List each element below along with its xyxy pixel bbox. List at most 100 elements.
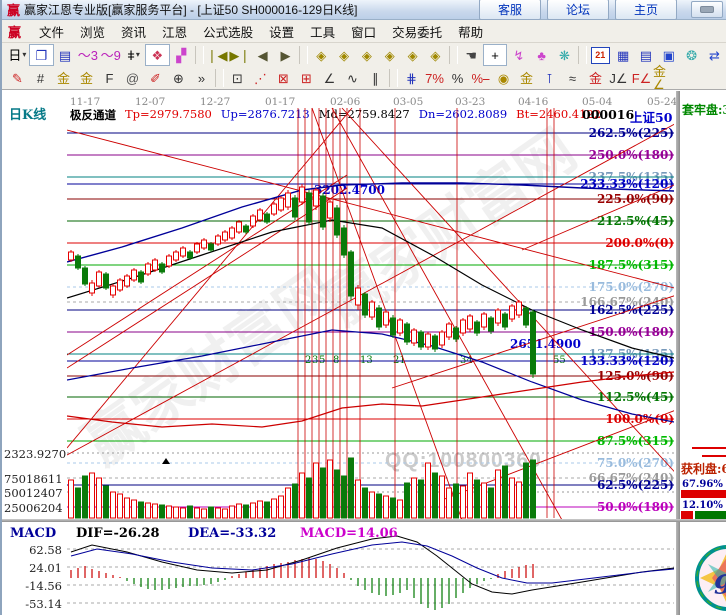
gann-level-label: 250.0%(180) (524, 148, 674, 162)
diamond-expand-y-icon[interactable]: ◈ (378, 45, 401, 65)
menu-item-1[interactable]: 文件 (31, 20, 72, 43)
toolbar-separator (578, 46, 587, 64)
macd-header: MACD DIF=-26.28 DEA=-33.32 MACD=14.06 (10, 526, 398, 541)
gann-level-label: 262.5%(225) (524, 126, 674, 140)
ruler-bars-icon[interactable]: ⋕ (400, 68, 423, 88)
percent-strike-icon[interactable]: 7% (423, 68, 446, 88)
single-candle-icon[interactable]: ǂ▾ (122, 45, 145, 65)
neural-icon[interactable]: ❋ (553, 45, 576, 65)
gann-level-label: 233.33%(120) (524, 177, 674, 191)
diamond-stretch-icon[interactable]: ◈ (424, 45, 447, 65)
menu-item-7[interactable]: 工具 (302, 20, 343, 43)
minimize-button[interactable] (691, 1, 723, 18)
diamond-shrink-x-icon[interactable]: ◈ (310, 45, 333, 65)
macd-dea-value: DEA=-33.32 (188, 526, 300, 541)
zigzag-icon[interactable]: ∿ (341, 68, 364, 88)
menu-item-9[interactable]: 交易委托 (384, 20, 450, 43)
prev-page-icon[interactable]: ◀ (251, 45, 274, 65)
macd-scale-label: -14.56 (4, 579, 62, 593)
gold-line-icon[interactable]: 金 (515, 68, 538, 88)
menu-item-3[interactable]: 资讯 (113, 20, 154, 43)
gann-web-icon[interactable]: ⊠ (272, 68, 295, 88)
frame-tool-icon[interactable]: ⊡ (226, 68, 249, 88)
multi-window-icon[interactable]: ❐ (29, 44, 54, 66)
gann-logo: ga (692, 544, 726, 612)
menu-item-2[interactable]: 浏览 (72, 20, 113, 43)
measure-pencil-icon[interactable]: ⊺ (538, 68, 561, 88)
indicator-value-1: Tp=2979.7580 (125, 107, 212, 123)
crosshair-icon[interactable]: + (483, 44, 508, 66)
chip-bar-segment (692, 447, 726, 449)
spiral-icon[interactable]: @ (121, 68, 144, 88)
gold-grid-2-icon[interactable]: 金 (75, 68, 98, 88)
menu-item-8[interactable]: 窗口 (343, 20, 384, 43)
more-tools-chevron[interactable]: » (190, 68, 213, 88)
diamond-shrink-y-icon[interactable]: ◈ (356, 45, 379, 65)
gann-figure-icon[interactable]: ❖ (145, 44, 170, 66)
gann-level-label: 125.0%(90) (524, 369, 674, 383)
toolbar-row-2: ✎#金金F@✐⊕»⊡⋰⊠⊞∠∿∥⋕7%%%⎯◉金⊺≈金J∠F∠金∠ (2, 67, 726, 91)
color-analysis-icon[interactable]: ▞ (170, 45, 193, 65)
gann-level-label: 187.5%(315) (524, 258, 674, 272)
gold-grid-1-icon[interactable]: 金 (52, 68, 75, 88)
gann-level-label: 212.5%(45) (524, 214, 674, 228)
notepad-icon[interactable]: ▤ (635, 45, 658, 65)
gold-underline-icon[interactable]: 金 (584, 68, 607, 88)
wave-9-icon[interactable]: 〜9 (99, 45, 122, 65)
pencil-red-icon[interactable]: ✐ (144, 68, 167, 88)
info-note-icon[interactable]: ▤ (54, 45, 77, 65)
gann-level-label: 175.0%(270) (524, 280, 674, 294)
pane-splitter[interactable] (2, 519, 726, 522)
first-page-icon[interactable]: ❘◀ (206, 45, 229, 65)
percent-levels-icon[interactable]: %⎯ (469, 68, 492, 88)
next-page-icon[interactable]: ▶ (274, 45, 297, 65)
scale-label: 75018611 (4, 472, 62, 486)
macd-label: MACD (10, 526, 76, 541)
menu-item-4[interactable]: 江恩 (154, 20, 195, 43)
whip-tool-icon[interactable]: ↯ (507, 45, 530, 65)
menu-item-6[interactable]: 设置 (261, 20, 302, 43)
f-angle-icon[interactable]: F∠ (630, 68, 653, 88)
profit-bar-2-green (695, 511, 726, 519)
gold-circle-icon[interactable]: ◉ (492, 68, 515, 88)
brush-tool-icon[interactable]: ✎ (6, 68, 29, 88)
minimize-icon (700, 6, 714, 13)
hand-tool-icon[interactable]: ☚ (460, 45, 483, 65)
diamond-compress-icon[interactable]: ◈ (401, 45, 424, 65)
sphere-sketch-icon[interactable]: ⊕ (167, 68, 190, 88)
period-label: 日K线 (9, 104, 46, 123)
app-logo-icon: 赢 (7, 0, 20, 19)
gold-angle-icon[interactable]: 金∠ (653, 68, 676, 88)
calculator-icon[interactable]: ▦ (612, 45, 635, 65)
titlebar-button-3[interactable]: 主页 (615, 0, 677, 20)
titlebar-button-2[interactable]: 论坛 (547, 0, 609, 20)
percent-icon[interactable]: % (446, 68, 469, 88)
calendar-icon[interactable]: 21 (589, 45, 612, 65)
last-page-icon[interactable]: ▶❘ (228, 45, 251, 65)
macd-scale-label: 62.58 (4, 543, 62, 557)
diamond-expand-x-icon[interactable]: ◈ (333, 45, 356, 65)
menu-item-5[interactable]: 公式选股 (195, 20, 261, 43)
channel-icon[interactable]: ∥ (364, 68, 387, 88)
menu-item-10[interactable]: 帮助 (450, 20, 491, 43)
grid-tool-icon[interactable]: # (29, 68, 52, 88)
app-window: 赢 赢家江恩专业版[赢家服务平台] - [上证50 SH000016-129日K… (0, 0, 726, 615)
gann-fan-icon[interactable]: ⋰ (249, 68, 272, 88)
fib-number: 55 (553, 355, 566, 366)
gann-box-icon[interactable]: ⊞ (295, 68, 318, 88)
wave-ruler-icon[interactable]: ≈ (561, 68, 584, 88)
wave-3-icon[interactable]: 〜3 (76, 45, 99, 65)
symbol-name: 上证50 (630, 107, 672, 126)
j-angle-icon[interactable]: J∠ (607, 68, 630, 88)
toolbar-separator (449, 46, 458, 64)
trend-lines-icon[interactable]: ∠ (318, 68, 341, 88)
save-icon[interactable]: ▣ (657, 45, 680, 65)
net-globe-icon[interactable]: ❂ (680, 45, 703, 65)
toolbar-row-1: 日▾❐▤〜3〜9ǂ▾❖▞❘◀▶❘◀▶◈◈◈◈◈◈☚+↯♣❋21▦▤▣❂⇄ (2, 43, 726, 67)
scale-label: 2323.9270 (4, 447, 62, 461)
f-grid-icon[interactable]: F (98, 68, 121, 88)
transfer-icon[interactable]: ⇄ (703, 45, 726, 65)
tree-tool-icon[interactable]: ♣ (530, 45, 553, 65)
titlebar-button-1[interactable]: 客服 (479, 0, 541, 20)
period-day-icon[interactable]: 日▾ (6, 45, 29, 65)
